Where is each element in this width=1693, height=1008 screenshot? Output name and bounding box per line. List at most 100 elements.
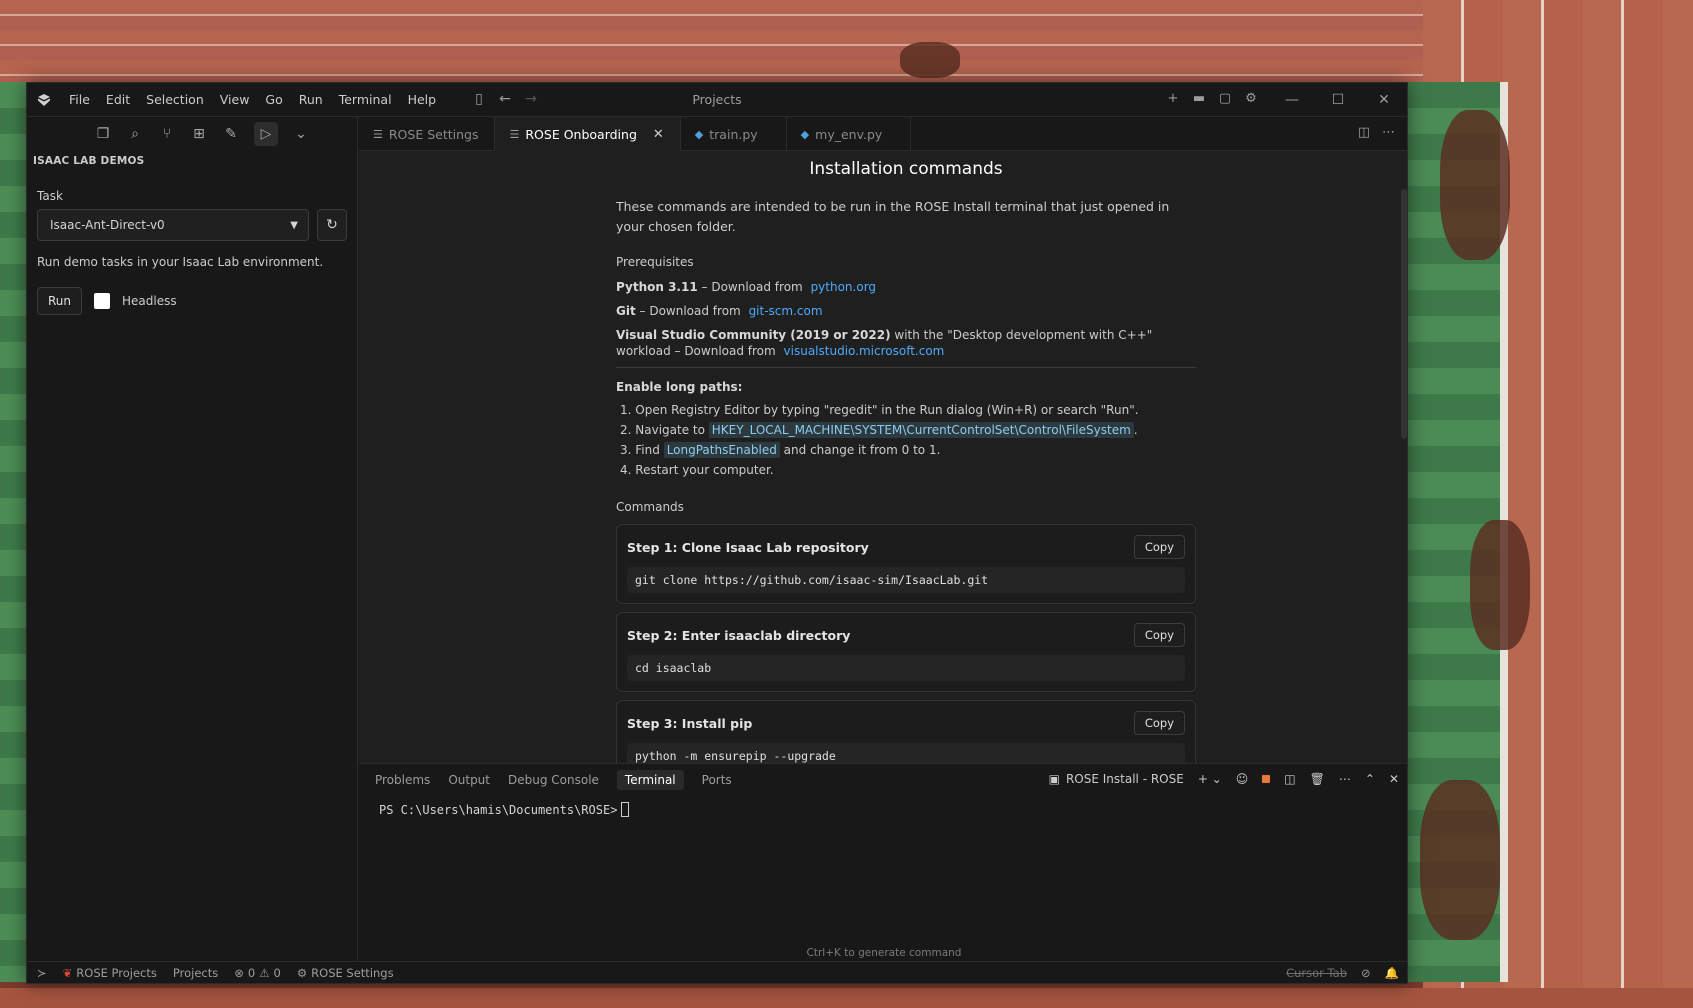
- split-terminal-icon[interactable]: ◫: [1284, 772, 1295, 786]
- chevron-down-icon[interactable]: ⌄: [292, 125, 310, 143]
- task-select[interactable]: Isaac-Ant-Direct-v0 ▼: [37, 209, 309, 241]
- runner-silhouette: [1420, 780, 1500, 940]
- tab-actions: ◫ ⋯: [1358, 125, 1395, 140]
- status-label: ROSE Settings: [311, 965, 394, 980]
- command-card: Step 1: Clone Isaac Lab repository Copy …: [616, 524, 1196, 604]
- panel-tab-output[interactable]: Output: [448, 770, 490, 790]
- close-icon[interactable]: ✕: [653, 127, 664, 142]
- menu-run[interactable]: Run: [291, 88, 331, 111]
- warning-icon: ⚠: [259, 965, 270, 980]
- command-header: Step 1: Clone Isaac Lab repository Copy: [627, 535, 1185, 559]
- tab-bar: ☰ ROSE Settings ☰ ROSE Onboarding ✕ ◆ tr…: [359, 117, 1407, 151]
- editor-window: File Edit Selection View Go Run Terminal…: [26, 82, 1408, 984]
- run-button[interactable]: Run: [37, 287, 83, 315]
- tab-my-env-py[interactable]: ◆ my_env.py: [787, 117, 912, 151]
- step-text: .: [1133, 423, 1138, 437]
- back-arrow-icon[interactable]: ←: [497, 91, 513, 107]
- visual-studio-link[interactable]: visualstudio.microsoft.com: [784, 344, 945, 358]
- onboarding-document: Installation commands These commands are…: [616, 159, 1196, 763]
- sidebar-title: ISAAC LAB DEMOS: [33, 155, 145, 167]
- prereq-git: Git – Download from git-scm.com: [616, 303, 1196, 319]
- command-title: Step 2: Enter isaaclab directory: [627, 627, 851, 643]
- terminal-icon: ▣: [1048, 772, 1060, 786]
- forward-arrow-icon[interactable]: →: [523, 91, 539, 107]
- menu-edit[interactable]: Edit: [98, 88, 138, 111]
- scrollbar[interactable]: [1399, 159, 1407, 755]
- terminal-prompt-line[interactable]: PS C:\Users\hamis\Documents\ROSE>: [379, 802, 1407, 817]
- menu-view[interactable]: View: [212, 88, 258, 111]
- menu-go[interactable]: Go: [257, 88, 290, 111]
- robot-icon[interactable]: ☺: [1236, 772, 1249, 786]
- command-title: Step 3: Install pip: [627, 715, 753, 731]
- copy-button[interactable]: Copy: [1133, 623, 1185, 647]
- toggle-sidebar-icon[interactable]: ▯: [471, 91, 487, 107]
- trash-icon[interactable]: 🗑: [1310, 772, 1325, 786]
- chevron-down-icon: ▼: [290, 219, 298, 231]
- close-panel-icon[interactable]: ✕: [1389, 772, 1399, 786]
- more-icon[interactable]: ⋯: [1339, 772, 1351, 786]
- more-icon[interactable]: ⋯: [1382, 125, 1395, 140]
- search-icon[interactable]: ⌕: [126, 125, 144, 143]
- panel-tab-debug-console[interactable]: Debug Console: [508, 770, 599, 790]
- plus-icon[interactable]: +: [1165, 91, 1181, 107]
- bottom-panel: Problems Output Debug Console Terminal P…: [359, 763, 1407, 963]
- tab-label: train.py: [709, 126, 758, 142]
- prereq-name: Visual Studio Community (2019 or 2022): [616, 328, 891, 342]
- status-rose-projects[interactable]: ❦ ROSE Projects: [55, 966, 165, 980]
- pin-icon[interactable]: ✎: [222, 125, 240, 143]
- extensions-icon[interactable]: ⊞: [190, 125, 208, 143]
- rose-icon: ❦: [62, 965, 73, 980]
- status-rose-settings[interactable]: ⚙ ROSE Settings: [289, 966, 402, 980]
- toggle-panel-icon[interactable]: ▬: [1191, 91, 1207, 107]
- copilot-off-icon[interactable]: ⊘: [1361, 966, 1371, 980]
- explorer-icon[interactable]: ❐: [94, 125, 112, 143]
- tab-rose-onboarding[interactable]: ☰ ROSE Onboarding ✕: [495, 117, 681, 151]
- remote-icon[interactable]: ≻: [27, 966, 55, 980]
- split-editor-icon[interactable]: ◫: [1358, 125, 1370, 140]
- panel-tab-terminal[interactable]: Terminal: [616, 770, 684, 790]
- bell-icon[interactable]: 🔔: [1385, 966, 1399, 980]
- command-code: cd isaaclab: [627, 655, 1185, 681]
- new-terminal-icon[interactable]: + ⌄: [1198, 772, 1222, 786]
- menu-terminal[interactable]: Terminal: [331, 88, 400, 111]
- refresh-button[interactable]: ↻: [317, 209, 347, 241]
- stop-icon[interactable]: [1262, 775, 1271, 783]
- preview-icon: ☰: [509, 127, 520, 141]
- menu-help[interactable]: Help: [400, 88, 445, 111]
- terminal-prompt: PS C:\Users\hamis\Documents\ROSE>: [379, 802, 618, 817]
- terminal-name: ROSE Install - ROSE: [1065, 772, 1184, 786]
- command-code: git clone https://github.com/isaac-sim/I…: [627, 567, 1185, 593]
- terminal-selector[interactable]: ▣ ROSE Install - ROSE: [1049, 772, 1184, 786]
- sidebar: ❐ ⌕ ⑂ ⊞ ✎ ▷ ⌄ ISAAC LAB DEMOS Task Isaac…: [27, 117, 358, 963]
- tab-train-py[interactable]: ◆ train.py: [681, 117, 787, 151]
- panel-tab-problems[interactable]: Problems: [375, 770, 430, 790]
- source-control-icon[interactable]: ⑂: [158, 125, 176, 143]
- status-projects[interactable]: Projects: [165, 966, 226, 980]
- copy-button[interactable]: Copy: [1133, 711, 1185, 735]
- tab-rose-settings[interactable]: ☰ ROSE Settings: [359, 117, 496, 151]
- menu-file[interactable]: File: [61, 88, 98, 111]
- minimize-icon[interactable]: —: [1269, 83, 1315, 117]
- run-icon[interactable]: ▷: [254, 122, 278, 146]
- preview-icon: ☰: [373, 127, 383, 141]
- copy-button[interactable]: Copy: [1133, 535, 1185, 559]
- python-link[interactable]: python.org: [811, 280, 876, 294]
- close-window-icon[interactable]: ✕: [1361, 83, 1407, 117]
- gear-icon[interactable]: ⚙: [1243, 91, 1259, 107]
- panel-tab-ports[interactable]: Ports: [702, 770, 732, 790]
- task-row: Isaac-Ant-Direct-v0 ▼ ↻: [37, 209, 357, 241]
- terminal-hint: Ctrl+K to generate command: [806, 947, 962, 959]
- scrollbar-thumb[interactable]: [1401, 189, 1407, 439]
- task-label: Task: [37, 189, 63, 203]
- status-problems[interactable]: ⊗ 0 ⚠ 0: [226, 966, 289, 980]
- long-paths-key-code: LongPathsEnabled: [663, 442, 780, 458]
- menu-selection[interactable]: Selection: [138, 88, 212, 111]
- step-text: 2. Navigate to: [620, 423, 705, 437]
- prerequisites-heading: Prerequisites: [616, 255, 694, 269]
- headless-checkbox[interactable]: [94, 293, 111, 309]
- git-link[interactable]: git-scm.com: [749, 304, 823, 318]
- cursor-tab-status[interactable]: Cursor Tab: [1286, 966, 1347, 980]
- maximize-icon[interactable]: ☐: [1315, 83, 1361, 117]
- chevron-up-icon[interactable]: ⌃: [1365, 772, 1375, 786]
- chat-icon[interactable]: ▢: [1217, 91, 1233, 107]
